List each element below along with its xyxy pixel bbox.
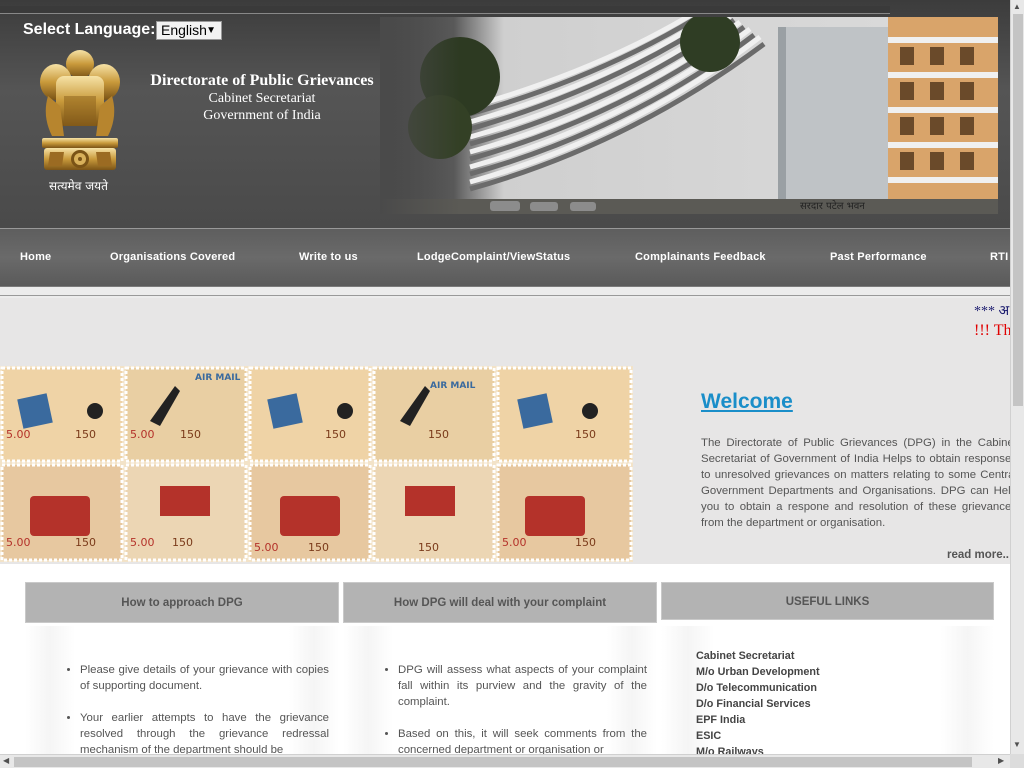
svg-text:5.00: 5.00 — [130, 536, 155, 549]
svg-text:150: 150 — [180, 428, 201, 441]
approach-list: Please give details of your grievance wi… — [25, 626, 339, 756]
nav-lodge-complaint[interactable]: LodgeComplaint/ViewStatus — [417, 251, 570, 263]
sardar-patel-bhawan-photo: सरदार पटेल भवन — [380, 17, 998, 214]
svg-text:150: 150 — [428, 428, 449, 441]
svg-text:150: 150 — [75, 428, 96, 441]
vertical-scrollbar[interactable]: ▲ ▼ — [1010, 0, 1024, 754]
nav-organisations-covered[interactable]: Organisations Covered — [110, 251, 235, 263]
link-financial-services[interactable]: D/o Financial Services — [696, 696, 820, 712]
svg-text:150: 150 — [575, 536, 596, 549]
svg-text:5.00: 5.00 — [6, 428, 31, 441]
horizontal-scroll-thumb[interactable] — [14, 757, 972, 767]
emblem-motto: सत्यमेव जयते — [49, 179, 108, 193]
svg-text:5.00: 5.00 — [254, 541, 279, 554]
scroll-down-arrow-icon[interactable]: ▼ — [1013, 740, 1021, 749]
nav-divider — [0, 286, 1010, 298]
chevron-down-icon: ▼ — [206, 25, 216, 36]
select-language-label: Select Language: — [23, 21, 156, 38]
vertical-scroll-thumb[interactable] — [1013, 14, 1023, 406]
svg-text:5.00: 5.00 — [502, 536, 527, 549]
department-government: Government of India — [203, 108, 321, 123]
nav-write-to-us[interactable]: Write to us — [299, 251, 358, 263]
link-telecommunication[interactable]: D/o Telecommunication — [696, 680, 820, 696]
scrollbar-corner — [1010, 754, 1024, 768]
national-emblem-logo — [40, 50, 120, 170]
deal-list: DPG will assess what aspects of your com… — [343, 626, 657, 756]
svg-text:AIR MAIL: AIR MAIL — [195, 373, 241, 383]
nav-home[interactable]: Home — [20, 251, 51, 263]
link-urban-development[interactable]: M/o Urban Development — [696, 664, 820, 680]
svg-text:150: 150 — [575, 428, 596, 441]
svg-text:5.00: 5.00 — [130, 428, 155, 441]
panel-how-dpg-deals-title: How DPG will deal with your complaint — [343, 582, 657, 623]
useful-links-list: Cabinet Secretariat M/o Urban Developmen… — [696, 648, 820, 760]
svg-text:150: 150 — [172, 536, 193, 549]
welcome-link[interactable]: Welcome — [701, 390, 793, 414]
approach-item: Please give details of your grievance wi… — [80, 662, 329, 694]
panel-useful-links-title: USEFUL LINKS — [661, 582, 994, 620]
header-top-bar — [0, 6, 890, 14]
main-navigation: Home Organisations Covered Write to us L… — [0, 228, 1010, 286]
department-title-block: Directorate of Public Grievances Cabinet… — [150, 72, 374, 124]
postage-stamps-image: 150 150 150 150 150 150 150 150 150 150 5.00 5.00… — [0, 366, 633, 562]
deal-item: DPG will assess what aspects of your com… — [398, 662, 647, 710]
building-sign-text: सरदार पटेल भवन — [800, 200, 865, 212]
deal-item: Based on this, it will seek comments fro… — [398, 726, 647, 756]
scroll-up-arrow-icon[interactable]: ▲ — [1013, 2, 1021, 11]
link-cabinet-secretariat[interactable]: Cabinet Secretariat — [696, 648, 820, 664]
nav-past-performance[interactable]: Past Performance — [830, 251, 927, 263]
language-select[interactable]: English ▼ — [156, 21, 222, 40]
marquee-announcement-2: !!! Th — [974, 322, 1012, 339]
svg-text:150: 150 — [308, 541, 329, 554]
site-header: Select Language: English ▼ सत्यमेव जयते — [0, 0, 1010, 228]
language-select-value: English — [161, 22, 207, 38]
marquee-announcement-1: *** अ — [974, 304, 1010, 319]
link-epf-india[interactable]: EPF India — [696, 712, 820, 728]
hero-band: *** अ !!! Th 150 150 150 150 150 150 150… — [0, 298, 1017, 564]
scroll-left-arrow-icon[interactable]: ◀ — [3, 756, 9, 765]
svg-text:150: 150 — [418, 541, 439, 554]
panel-how-dpg-deals: DPG will assess what aspects of your com… — [343, 626, 657, 756]
svg-text:150: 150 — [75, 536, 96, 549]
read-more-link[interactable]: read more.. — [947, 549, 1009, 561]
panel-how-to-approach: Please give details of your grievance wi… — [25, 626, 339, 756]
welcome-text: The Directorate of Public Grievances (DP… — [701, 437, 1017, 529]
approach-item: Your earlier attempts to have the grieva… — [80, 710, 329, 756]
horizontal-scrollbar[interactable]: ◀ ▶ — [0, 754, 1010, 768]
scroll-right-arrow-icon[interactable]: ▶ — [998, 756, 1004, 765]
svg-text:5.00: 5.00 — [6, 536, 31, 549]
department-name: Directorate of Public Grievances — [150, 72, 374, 89]
panel-how-to-approach-title: How to approach DPG — [25, 582, 339, 623]
link-esic[interactable]: ESIC — [696, 728, 820, 744]
nav-rti[interactable]: RTI — [990, 251, 1008, 263]
department-parent: Cabinet Secretariat — [208, 91, 316, 106]
svg-text:150: 150 — [325, 428, 346, 441]
svg-text:AIR MAIL: AIR MAIL — [430, 381, 476, 391]
nav-complainants-feedback[interactable]: Complainants Feedback — [635, 251, 766, 263]
